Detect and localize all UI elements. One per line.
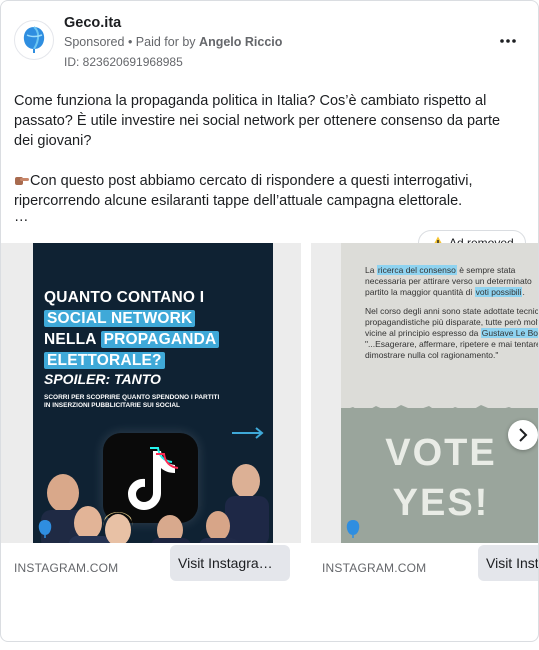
body-paragraph-2-text: Con questo post abbiamo cercato di rispo… <box>14 173 473 209</box>
arrow-right-icon <box>232 427 264 439</box>
card-1-domain: INSTAGRAM.COM <box>14 561 119 575</box>
geco-logo-icon <box>23 26 45 53</box>
card-2-highlight-3: Gustave Le Bon <box>480 328 538 338</box>
card-2-text-p1a: La <box>365 265 375 275</box>
card-1-image[interactable]: QUANTO CONTANO I SOCIAL NETWORK NELLA PR… <box>33 243 273 543</box>
card-2-image[interactable]: La ricerca del consenso è sempre stata n… <box>341 243 538 543</box>
vote-line-2: YES! <box>392 482 490 524</box>
paid-for-prefix: • Paid for by <box>127 35 196 49</box>
headline-line-4: ELETTORALE? <box>44 352 165 369</box>
geco-watermark-icon <box>38 520 52 538</box>
sponsored-meta: Sponsored • Paid for by Angelo Riccio <box>64 35 282 49</box>
ellipsis-icon <box>500 39 516 43</box>
card-2-highlight-2: voti possibili <box>474 287 523 297</box>
page-name[interactable]: Geco.ita <box>64 15 121 31</box>
headline-line-3b: PROPAGANDA <box>100 331 220 348</box>
headline-line-2: SOCIAL NETWORK <box>44 310 196 327</box>
pointing-finger-icon <box>14 173 30 187</box>
card-1-headline: QUANTO CONTANO I SOCIAL NETWORK NELLA PR… <box>44 287 269 371</box>
sponsored-label: Sponsored <box>64 35 125 49</box>
carousel-next-button[interactable] <box>508 420 538 450</box>
geco-watermark-icon <box>346 520 360 538</box>
body-paragraph-1: Come funziona la propaganda politica in … <box>14 93 501 149</box>
carousel-card-2[interactable]: La ricerca del consenso è sempre stata n… <box>311 243 538 593</box>
card-1-spoiler: SPOILER: TANTO <box>44 371 161 387</box>
carousel: QUANTO CONTANO I SOCIAL NETWORK NELLA PR… <box>1 243 538 641</box>
library-id: ID: 823620691968985 <box>64 55 183 69</box>
more-options-button[interactable] <box>493 31 523 51</box>
see-more-ellipsis[interactable]: … <box>14 209 29 225</box>
card-1-visit-instagram-button[interactable]: Visit Instagram profile <box>170 545 290 581</box>
card-2-domain: INSTAGRAM.COM <box>322 561 427 575</box>
card-2-quote-text: La ricerca del consenso è sempre stata n… <box>365 265 538 369</box>
payer-name: Angelo Riccio <box>199 35 283 49</box>
chevron-right-icon <box>519 428 528 442</box>
body-paragraph-2: Con questo post abbiamo cercato di rispo… <box>14 171 519 211</box>
carousel-card-1[interactable]: QUANTO CONTANO I SOCIAL NETWORK NELLA PR… <box>1 243 301 593</box>
card-2-highlight-1: ricerca del consenso <box>376 265 457 275</box>
ad-body-text: Come funziona la propaganda politica in … <box>14 91 519 211</box>
headline-line-3a: NELLA <box>44 331 97 348</box>
card-2-visit-instagram-button[interactable]: Visit Instagram profile <box>478 545 538 581</box>
ad-card: Geco.ita Sponsored • Paid for by Angelo … <box>0 0 539 642</box>
card-1-subtext: SCORRI PER SCOPRIRE QUANTO SPENDONO I PA… <box>44 394 220 409</box>
headline-line-1: QUANTO CONTANO I <box>44 289 205 306</box>
page-avatar[interactable] <box>14 20 54 60</box>
card-2-vote-text: VOTE YES! <box>341 428 538 528</box>
politicians-illustration <box>41 464 269 543</box>
